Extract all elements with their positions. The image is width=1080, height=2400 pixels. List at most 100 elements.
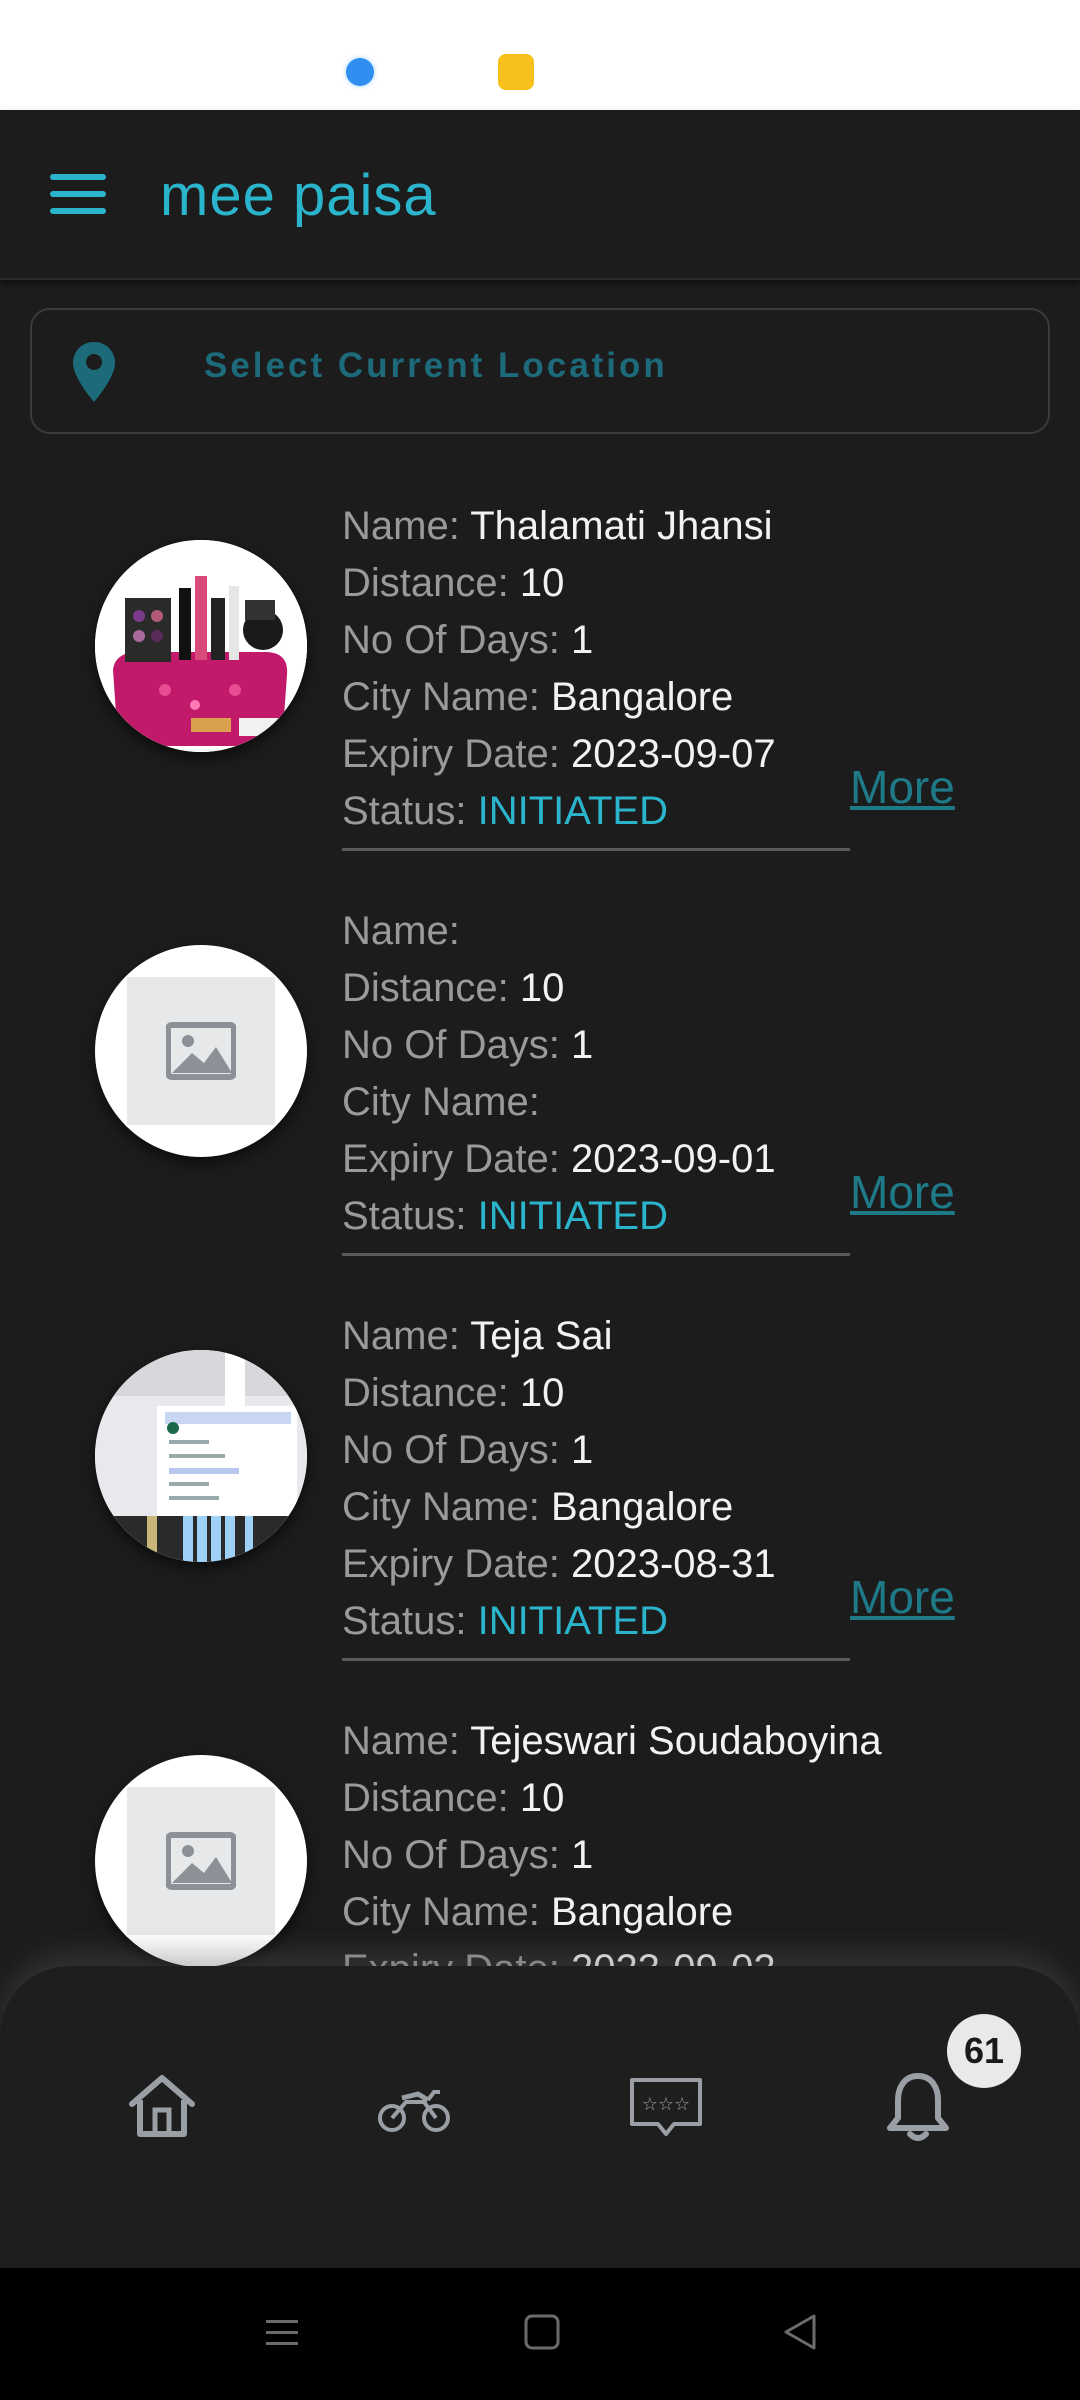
days-label: No Of Days:: [342, 1023, 571, 1067]
item-thumbnail[interactable]: [95, 945, 307, 1157]
name-label: Name:: [342, 504, 471, 548]
distance-label: Distance:: [342, 1371, 520, 1415]
expiry-row: Expiry Date: 2023-09-07: [342, 726, 862, 783]
status-value: INITIATED: [477, 1599, 668, 1643]
city-value: Bangalore: [550, 1890, 734, 1934]
divider: [342, 1658, 850, 1661]
expiry-label: Expiry Date:: [342, 1542, 571, 1586]
days-row: No Of Days: 1: [342, 1827, 862, 1884]
expiry-label: Expiry Date:: [342, 1137, 571, 1181]
city-label: City Name:: [342, 675, 551, 719]
image-placeholder-icon: [166, 1832, 236, 1890]
distance-value: 10: [519, 1776, 565, 1820]
expiry-row: Expiry Date: 2023-08-31: [342, 1536, 862, 1593]
blue-app-icon: [346, 58, 374, 86]
status-row: Status: INITIATED: [342, 783, 862, 840]
name-label: Name:: [342, 1719, 471, 1763]
list-item: Name: Teja Sai Distance: 10 No Of Days: …: [0, 1270, 1080, 1675]
days-row: No Of Days: 1: [342, 1017, 862, 1074]
expiry-value: 2023-09-01: [570, 1137, 776, 1181]
distance-row: Distance: 10: [342, 555, 862, 612]
request-list[interactable]: Name: Thalamati Jhansi Distance: 10 No O…: [0, 460, 1080, 1966]
list-item: Name: Thalamati Jhansi Distance: 10 No O…: [0, 460, 1080, 865]
more-link[interactable]: More: [850, 1570, 955, 1624]
name-value: Tejeswari Soudaboyina: [470, 1719, 882, 1763]
city-row: City Name: Bangalore: [342, 1884, 862, 1941]
expiry-row: Expiry Date: 2023-09-02: [342, 1941, 862, 1966]
divider: [342, 848, 850, 851]
distance-label: Distance:: [342, 966, 520, 1010]
home-square-icon[interactable]: [522, 2312, 562, 2352]
distance-row: Distance: 10: [342, 960, 862, 1017]
divider: [342, 1253, 850, 1256]
city-row: City Name: Bangalore: [342, 669, 862, 726]
location-pin-icon: [73, 342, 115, 402]
rating-stars-icon[interactable]: ☆☆☆: [626, 2066, 706, 2146]
days-value: 1: [570, 1023, 594, 1067]
more-link[interactable]: More: [850, 1165, 955, 1219]
distance-row: Distance: 10: [342, 1770, 862, 1827]
expiry-value: 2023-08-31: [570, 1542, 776, 1586]
status-value: INITIATED: [477, 789, 668, 833]
item-details: Name: Teja Sai Distance: 10 No Of Days: …: [342, 1308, 862, 1650]
expiry-label: Expiry Date:: [342, 1947, 571, 1966]
bell-icon[interactable]: [878, 2066, 958, 2146]
days-value: 1: [570, 1833, 594, 1877]
expiry-value: 2023-09-07: [570, 732, 776, 776]
status-row: Status: INITIATED: [342, 1593, 862, 1650]
days-label: No Of Days:: [342, 1428, 571, 1472]
days-row: No Of Days: 1: [342, 612, 862, 669]
days-label: No Of Days:: [342, 618, 571, 662]
status-label: Status:: [342, 1194, 478, 1238]
city-label: City Name:: [342, 1890, 551, 1934]
name-row: Name:: [342, 903, 862, 960]
expiry-value: 2023-09-02: [571, 1947, 776, 1966]
days-label: No Of Days:: [342, 1833, 571, 1877]
distance-value: 10: [519, 561, 565, 605]
system-navigation-bar: [0, 2268, 1080, 2400]
list-item: Name: Tejeswari Soudaboyina Distance: 10…: [0, 1675, 1080, 1966]
app-brand: mee paisa: [160, 163, 437, 228]
app-bar: mee paisa: [0, 110, 1080, 280]
item-details: Name: Distance: 10 No Of Days: 1 City Na…: [342, 903, 862, 1245]
more-link[interactable]: More: [850, 760, 955, 814]
yellow-app-icon: [498, 54, 534, 90]
name-row: Name: Thalamati Jhansi: [342, 498, 862, 555]
city-value: Bangalore: [550, 675, 734, 719]
home-icon[interactable]: [122, 2066, 202, 2146]
status-value: INITIATED: [477, 1194, 668, 1238]
bottom-navigation: ☆☆☆ 61: [0, 1966, 1080, 2268]
distance-value: 10: [519, 1371, 565, 1415]
recents-icon[interactable]: [262, 2312, 302, 2352]
cosmetics-photo: [95, 540, 307, 752]
city-label: City Name:: [342, 1080, 540, 1124]
name-label: Name:: [342, 1314, 471, 1358]
distance-label: Distance:: [342, 1776, 520, 1820]
name-label: Name:: [342, 909, 460, 953]
item-thumbnail[interactable]: [95, 540, 307, 752]
city-value: Bangalore: [550, 1485, 734, 1529]
list-item: Name: Distance: 10 No Of Days: 1 City Na…: [0, 865, 1080, 1270]
hamburger-menu-icon[interactable]: [50, 174, 106, 214]
select-location-button[interactable]: Select Current Location: [30, 308, 1050, 434]
status-label: Status:: [342, 789, 478, 833]
distance-value: 10: [519, 966, 565, 1010]
item-thumbnail[interactable]: [95, 1350, 307, 1562]
back-icon[interactable]: [780, 2312, 820, 2352]
item-details: Name: Tejeswari Soudaboyina Distance: 10…: [342, 1713, 882, 1966]
status-bar: [0, 0, 1080, 110]
screenshot-photo: [95, 1350, 307, 1562]
name-value: Teja Sai: [470, 1314, 613, 1358]
status-row: Status: INITIATED: [342, 1188, 862, 1245]
expiry-label: Expiry Date:: [342, 732, 571, 776]
city-label: City Name:: [342, 1485, 551, 1529]
item-thumbnail[interactable]: [95, 1755, 307, 1966]
motorbike-icon[interactable]: [374, 2066, 454, 2146]
location-label: Select Current Location: [204, 346, 668, 385]
expiry-row: Expiry Date: 2023-09-01: [342, 1131, 862, 1188]
name-row: Name: Teja Sai: [342, 1308, 862, 1365]
distance-label: Distance:: [342, 561, 520, 605]
city-row: City Name: Bangalore: [342, 1479, 862, 1536]
days-value: 1: [570, 618, 594, 662]
svg-text:☆☆☆: ☆☆☆: [642, 2094, 690, 2115]
